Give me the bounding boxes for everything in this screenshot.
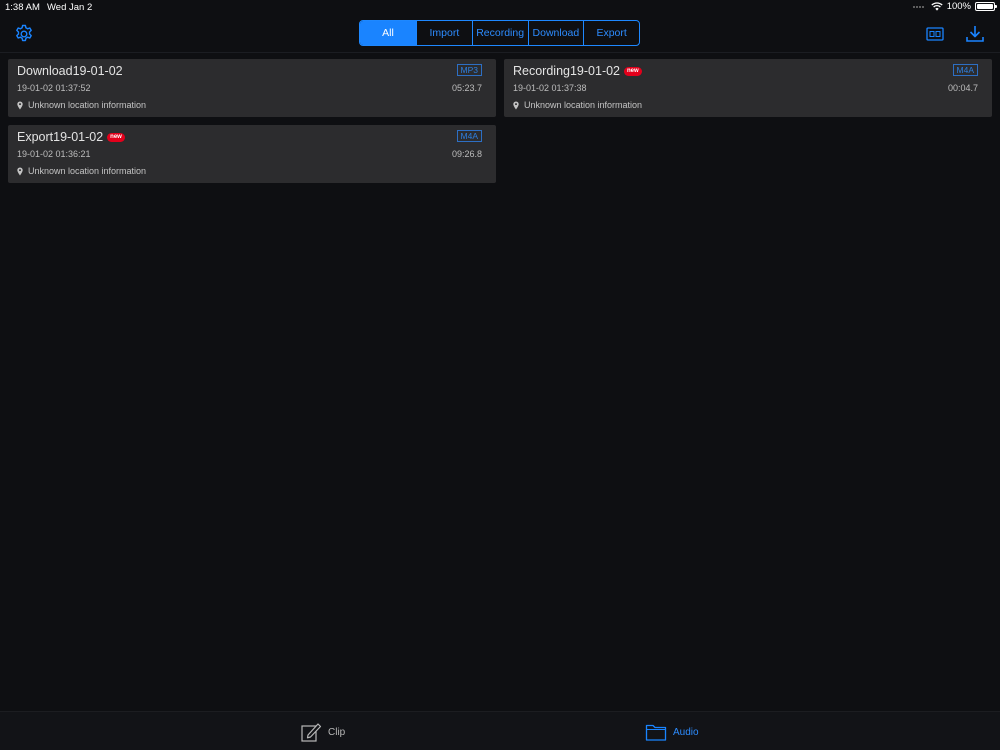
new-badge: new	[107, 132, 125, 142]
item-datetime: 19-01-02 01:37:52	[17, 83, 91, 93]
item-location-text: Unknown location information	[28, 166, 147, 176]
format-tag: M4A	[952, 64, 978, 76]
tab-audio[interactable]: Audio	[645, 721, 699, 743]
caption-icon	[926, 27, 944, 41]
item-datetime: 19-01-02 01:37:38	[513, 83, 587, 93]
status-date: Wed Jan 2	[47, 2, 93, 13]
item-title: Export19-01-02	[17, 130, 104, 144]
filter-segmented-control: All Import Recording Download Export	[359, 20, 640, 46]
item-location: Unknown location information	[16, 166, 146, 176]
status-time: 1:38 AM	[5, 2, 40, 13]
tab-clip[interactable]: Clip	[300, 721, 345, 743]
new-badge: new	[624, 66, 642, 76]
tab-clip-label: Clip	[328, 726, 346, 738]
item-location: Unknown location information	[512, 100, 642, 110]
cellular-signal-icon	[912, 5, 924, 8]
item-datetime: 19-01-02 01:36:21	[17, 149, 91, 159]
filter-tab-all[interactable]: All	[360, 21, 416, 45]
status-bar: 1:38 AM Wed Jan 2 100%	[0, 0, 1000, 15]
filter-tab-import[interactable]: Import	[416, 21, 472, 45]
bottom-tab-bar: Clip Audio	[0, 711, 1000, 750]
item-title-row: Recording19-01-02 new	[513, 64, 642, 78]
status-indicators: 100%	[912, 1, 997, 12]
audio-item-card[interactable]: Export19-01-02 new M4A 19-01-02 01:36:21…	[8, 125, 496, 183]
audio-item-card[interactable]: Recording19-01-02 new M4A 19-01-02 01:37…	[504, 59, 992, 117]
filter-tab-download[interactable]: Download	[527, 21, 584, 45]
location-pin-icon	[513, 100, 519, 110]
item-title-row: Download19-01-02	[17, 64, 123, 78]
item-duration: 00:04.7	[947, 83, 978, 93]
wifi-icon	[931, 2, 943, 11]
item-title-row: Export19-01-02 new	[17, 130, 125, 144]
location-pin-icon	[17, 100, 23, 110]
item-location-text: Unknown location information	[524, 100, 643, 110]
filter-tab-export[interactable]: Export	[583, 21, 639, 45]
caption-button[interactable]	[924, 23, 946, 45]
edit-clip-icon	[301, 723, 322, 742]
filter-tab-recording[interactable]: Recording	[471, 21, 528, 45]
battery-icon	[975, 2, 997, 11]
item-duration: 09:26.8	[451, 149, 482, 159]
tab-audio-label: Audio	[673, 726, 699, 738]
location-pin-icon	[17, 166, 23, 176]
format-tag: MP3	[456, 64, 482, 76]
item-title: Download19-01-02	[17, 64, 123, 78]
battery-percentage: 100%	[946, 1, 971, 12]
gear-icon	[16, 24, 32, 42]
item-location: Unknown location information	[16, 100, 146, 110]
format-tag: M4A	[456, 130, 482, 142]
item-location-text: Unknown location information	[28, 100, 147, 110]
audio-item-card[interactable]: Download19-01-02 MP3 19-01-02 01:37:52 0…	[8, 59, 496, 117]
item-duration: 05:23.7	[451, 83, 482, 93]
item-title: Recording19-01-02	[513, 64, 621, 78]
folder-icon	[645, 724, 667, 741]
download-icon	[966, 26, 984, 42]
download-button[interactable]	[964, 23, 986, 45]
header: All Import Recording Download Export	[0, 15, 1000, 53]
settings-button[interactable]	[13, 23, 35, 45]
